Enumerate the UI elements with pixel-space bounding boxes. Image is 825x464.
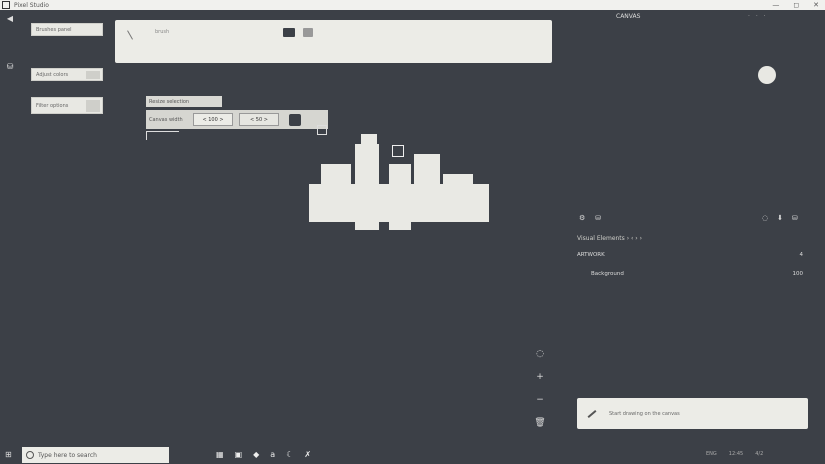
width-stepper[interactable]: < 100 > xyxy=(193,113,233,126)
hint-text: Start drawing on the canvas xyxy=(609,410,680,417)
taskbar-apps: ▦ ▣ ◆ a ☾ ✗ xyxy=(216,450,311,459)
date[interactable]: 4/2 xyxy=(755,451,763,457)
title-bar: Pixel Studio — ◻ ✕ xyxy=(0,0,825,10)
pencil-icon xyxy=(587,409,597,418)
close-button[interactable]: ✕ xyxy=(813,1,819,9)
window-title: Pixel Studio xyxy=(14,1,49,9)
window-controls: — ◻ ✕ xyxy=(772,1,819,9)
floating-window-footer xyxy=(146,131,179,140)
taskbar-search[interactable]: Type here to search xyxy=(22,447,169,463)
pixel-studio-icon[interactable]: ✗ xyxy=(304,450,311,459)
amazon-icon[interactable]: a xyxy=(270,450,275,459)
height-stepper[interactable]: < 50 > xyxy=(239,113,279,126)
floating-window-title[interactable]: Resize selection xyxy=(146,96,222,107)
app-icon xyxy=(2,1,10,9)
width-label: Canvas width xyxy=(149,116,183,123)
panel-button-label: Adjust colors xyxy=(36,71,69,78)
dropbox-icon[interactable]: ◆ xyxy=(253,450,259,459)
maximize-button[interactable]: ◻ xyxy=(793,1,799,9)
search-icon xyxy=(26,451,34,459)
layer-value: 100 xyxy=(792,271,804,277)
layer-row[interactable]: Background 100 xyxy=(577,268,803,280)
layer-row[interactable]: ARTWORK 4 xyxy=(577,249,803,261)
left-icon-rail: ◀ ⛁ xyxy=(6,15,16,111)
layers-copy-icon[interactable]: ⛁ xyxy=(792,214,798,222)
layers-icon[interactable]: ⛁ xyxy=(6,63,14,71)
primary-color-swatch[interactable] xyxy=(283,28,295,37)
layers-stack-icon[interactable]: ⛁ xyxy=(595,214,601,222)
export-icon[interactable]: ⬇ xyxy=(777,214,783,222)
layer-value: 4 xyxy=(799,252,804,258)
collapse-icon[interactable]: ◀ xyxy=(6,15,14,23)
filter-chip xyxy=(86,100,100,112)
floating-window-controls: Canvas width < 100 > < 50 > xyxy=(146,110,328,129)
search-placeholder: Type here to search xyxy=(38,451,97,459)
right-panel-title: CANVAS xyxy=(616,13,641,20)
clock[interactable]: 12:45 xyxy=(729,451,743,457)
taskbar: ⊞ Type here to search ▦ ▣ ◆ a ☾ ✗ ENG 12… xyxy=(0,446,825,464)
hint-banner: Start drawing on the canvas xyxy=(577,398,808,429)
color-chip xyxy=(86,71,100,79)
vertical-toolbar: ◌ + − 🗑 xyxy=(533,348,547,440)
target-icon[interactable]: ◌ xyxy=(762,214,768,222)
panel-button-filters[interactable]: Filter options xyxy=(31,97,103,114)
system-tray: ENG 12:45 4/2 xyxy=(706,451,763,457)
store-icon[interactable]: ▣ xyxy=(235,450,243,459)
panel-button-brushes[interactable]: Brushes panel xyxy=(31,23,103,36)
zoom-out-icon[interactable]: − xyxy=(533,394,547,406)
zoom-in-icon[interactable]: + xyxy=(533,371,547,383)
layers-section-header: Visual Elements › ‹ › › xyxy=(577,235,643,242)
brush-stroke-icon[interactable] xyxy=(127,26,140,40)
start-icon[interactable]: ⊞ xyxy=(5,451,13,459)
target-tool-icon[interactable]: ◌ xyxy=(533,348,547,360)
layer-tools-right: ◌ ⬇ ⛁ xyxy=(762,214,798,222)
toolbar-label: brush xyxy=(155,29,170,35)
color-circle-button[interactable] xyxy=(758,66,776,84)
confirm-knob[interactable] xyxy=(289,113,301,126)
panel-button-label: Filter options xyxy=(36,102,69,109)
app-icon-moon[interactable]: ☾ xyxy=(286,450,293,459)
panel-button-label: Brushes panel xyxy=(36,26,72,33)
tool-options-bar: brush xyxy=(115,20,552,63)
file-explorer-icon[interactable]: ▦ xyxy=(216,450,224,459)
layer-name: ARTWORK xyxy=(577,252,605,258)
secondary-color-swatch[interactable] xyxy=(303,28,313,37)
more-options-icon[interactable]: · · · xyxy=(748,13,768,20)
panel-button-colors[interactable]: Adjust colors xyxy=(31,68,103,81)
layer-tools-left: ⚙ ⛁ xyxy=(579,214,601,222)
minimize-button[interactable]: — xyxy=(772,1,779,9)
language-indicator[interactable]: ENG xyxy=(706,451,717,457)
layer-name: Background xyxy=(591,271,624,277)
selection-marker[interactable] xyxy=(392,145,404,157)
settings-icon[interactable]: ⚙ xyxy=(579,214,585,222)
trash-icon[interactable]: 🗑 xyxy=(533,417,547,429)
